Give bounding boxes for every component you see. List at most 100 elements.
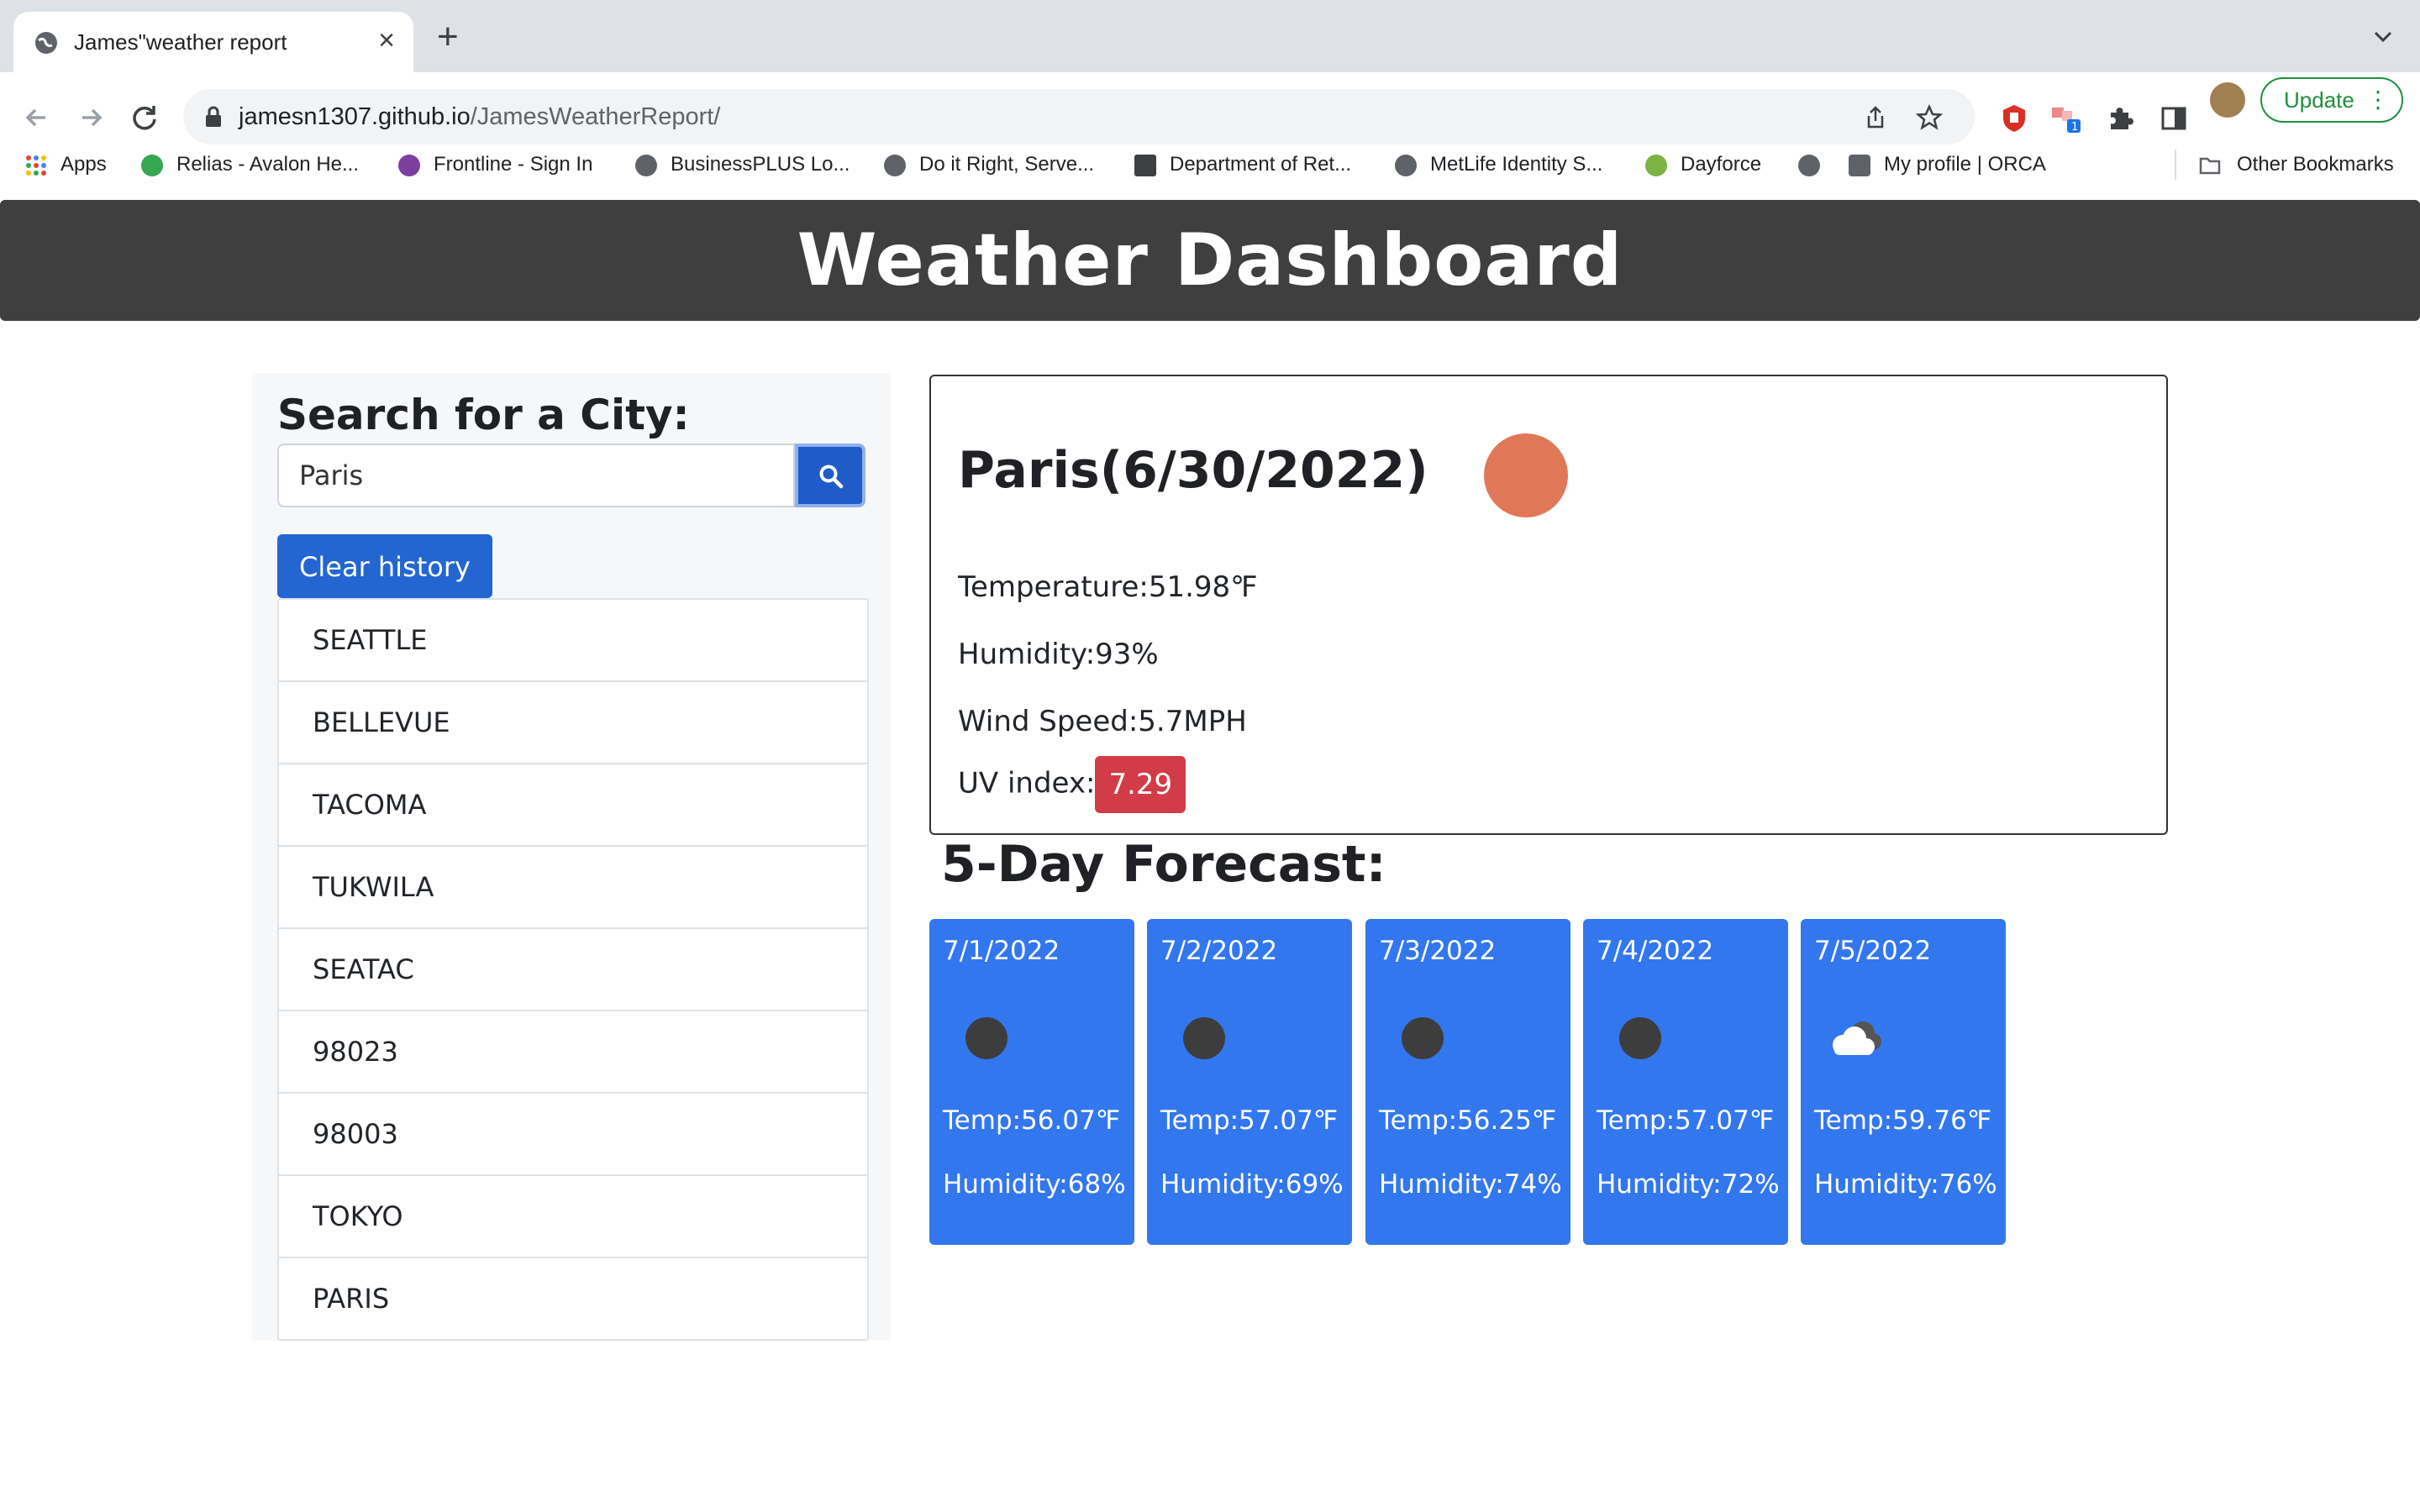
- forecast-humidity: Humidity:69%: [1160, 1169, 1344, 1200]
- bookmark-label: Other Bookmarks: [2237, 153, 2394, 176]
- drs-icon: [1134, 154, 1156, 176]
- current-weather-panel: Paris(6/30/2022) Temperature:51.98℉ Humi…: [929, 375, 2168, 835]
- history-item[interactable]: 98023: [279, 1011, 867, 1094]
- bookmark-globe[interactable]: [1798, 146, 1833, 183]
- apps-grid-icon: [26, 155, 46, 176]
- history-item[interactable]: BELLEVUE: [279, 682, 867, 764]
- history-item[interactable]: 98003: [279, 1094, 867, 1176]
- forecast-date: 7/1/2022: [943, 936, 1060, 966]
- dark-circle-icon: [1619, 1017, 1661, 1059]
- current-humidity: Humidity:93%: [958, 638, 1159, 671]
- bookmark-label: Frontline - Sign In: [434, 153, 593, 176]
- url-path: /JamesWeatherReport/: [470, 103, 721, 130]
- tab-title: James"weather report: [74, 29, 287, 55]
- bookmark-businessplus[interactable]: BusinessPLUS Lo...: [635, 146, 850, 183]
- forecast-date: 7/2/2022: [1160, 936, 1278, 966]
- url-text[interactable]: jamesn1307.github.io/JamesWeatherReport/: [239, 101, 720, 133]
- current-uv: UV index: 7.29: [958, 756, 1186, 813]
- url-host: jamesn1307.github.io: [239, 103, 471, 130]
- forecast-card: 7/4/2022 Temp:57.07℉ Humidity:72%: [1583, 919, 1788, 1245]
- folder-icon: [2199, 157, 2221, 174]
- uv-badge: 7.29: [1095, 756, 1186, 813]
- bookmark-other[interactable]: Other Bookmarks: [2196, 146, 2394, 183]
- globe-icon: [35, 32, 57, 54]
- bookmark-doitright[interactable]: Do it Right, Serve...: [884, 146, 1094, 183]
- bookmark-frontline[interactable]: Frontline - Sign In: [398, 146, 592, 183]
- globe-icon: [1798, 154, 1820, 176]
- uv-label: UV index:: [958, 766, 1096, 801]
- history-item[interactable]: SEATAC: [279, 929, 867, 1011]
- page-header: Weather Dashboard: [0, 200, 2420, 321]
- globe-icon: [1395, 154, 1417, 176]
- close-icon[interactable]: ×: [378, 24, 395, 57]
- forecast-humidity: Humidity:68%: [943, 1169, 1126, 1200]
- search-icon: [819, 465, 844, 489]
- forecast-temp: Temp:57.07℉: [1597, 1105, 1775, 1136]
- search-history-list: SEATTLE BELLEVUE TACOMA TUKWILA SEATAC 9…: [277, 598, 869, 1341]
- globe-icon: [635, 154, 657, 176]
- city-search-input[interactable]: [277, 444, 795, 507]
- address-bar[interactable]: jamesn1307.github.io/JamesWeatherReport/: [183, 89, 1975, 144]
- bookmark-orca[interactable]: My profile | ORCA: [1849, 146, 2046, 183]
- browser-tabstrip: James"weather report × +: [0, 0, 2420, 72]
- bookmark-label: Relias - Avalon He...: [176, 153, 359, 176]
- update-button[interactable]: Update ⋮: [2260, 77, 2403, 123]
- forecast-card: 7/2/2022 Temp:57.07℉ Humidity:69%: [1147, 919, 1352, 1245]
- relias-icon: [141, 154, 163, 176]
- svg-text:1: 1: [2071, 121, 2078, 134]
- forward-icon[interactable]: [72, 99, 109, 136]
- history-item[interactable]: SEATTLE: [279, 600, 867, 682]
- bookmark-dayforce[interactable]: Dayforce: [1645, 146, 1761, 183]
- history-item[interactable]: TACOMA: [279, 764, 867, 847]
- current-wind: Wind Speed:5.7MPH: [958, 705, 1247, 738]
- back-icon[interactable]: [18, 99, 55, 136]
- search-sidebar: Search for a City: Clear history SEATTLE…: [252, 373, 891, 1341]
- bookmark-label: Apps: [60, 153, 107, 176]
- forecast-card: 7/1/2022 Temp:56.07℉ Humidity:68%: [929, 919, 1134, 1245]
- forecast-card: 7/3/2022 Temp:56.25℉ Humidity:74%: [1365, 919, 1570, 1245]
- search-heading: Search for a City:: [277, 391, 690, 439]
- clear-history-button[interactable]: Clear history: [277, 534, 492, 598]
- forecast-date: 7/4/2022: [1597, 936, 1714, 966]
- bookmark-apps[interactable]: Apps: [25, 146, 107, 183]
- bookmark-label: Do it Right, Serve...: [919, 153, 1095, 176]
- cloud-icon: [1833, 1021, 1881, 1055]
- side-panel-icon[interactable]: [2158, 102, 2190, 134]
- bookmark-relias[interactable]: Relias - Avalon He...: [141, 146, 359, 183]
- update-label: Update: [2284, 87, 2354, 113]
- new-tab-icon[interactable]: +: [437, 18, 459, 55]
- current-city-title: Paris(6/30/2022): [958, 441, 1428, 500]
- lock-icon[interactable]: [203, 106, 224, 128]
- dayforce-icon: [1645, 154, 1667, 176]
- more-vert-icon: ⋮: [2366, 87, 2390, 113]
- shield-extension-icon[interactable]: [1998, 102, 2030, 134]
- bookmarks-bar: Apps Relias - Avalon He... Frontline - S…: [0, 138, 2420, 192]
- orca-icon: [1849, 154, 1870, 176]
- forecast-humidity: Humidity:72%: [1597, 1169, 1780, 1200]
- forecast-card: 7/5/2022 Temp:59.76℉ Humidity:76%: [1801, 919, 2006, 1245]
- dark-circle-icon: [1183, 1017, 1225, 1059]
- history-item[interactable]: TUKWILA: [279, 847, 867, 929]
- history-item[interactable]: TOKYO: [279, 1176, 867, 1258]
- forecast-humidity: Humidity:74%: [1379, 1169, 1562, 1200]
- globe-icon: [884, 154, 906, 176]
- browser-tab[interactable]: James"weather report ×: [13, 12, 413, 72]
- forecast-temp: Temp:57.07℉: [1160, 1105, 1339, 1136]
- current-temperature: Temperature:51.98℉: [958, 570, 1258, 604]
- search-button[interactable]: [795, 444, 865, 507]
- profile-avatar[interactable]: [2210, 82, 2245, 118]
- frontline-icon: [398, 154, 420, 176]
- extension-badge-icon[interactable]: 1: [2050, 102, 2082, 134]
- bookmark-metlife[interactable]: MetLife Identity S...: [1395, 146, 1602, 183]
- forecast-humidity: Humidity:76%: [1814, 1169, 1997, 1200]
- bookmark-drs[interactable]: Department of Ret...: [1134, 146, 1351, 183]
- chevron-down-icon[interactable]: [2371, 25, 2395, 49]
- reload-icon[interactable]: [126, 99, 163, 136]
- bookmark-label: Department of Ret...: [1170, 153, 1352, 176]
- forecast-date: 7/5/2022: [1814, 936, 1932, 966]
- star-icon[interactable]: [1916, 104, 1943, 131]
- forecast-heading: 5-Day Forecast:: [941, 835, 1386, 894]
- share-icon[interactable]: [1862, 104, 1889, 131]
- history-item[interactable]: PARIS: [279, 1258, 867, 1339]
- puzzle-icon[interactable]: [2104, 102, 2136, 134]
